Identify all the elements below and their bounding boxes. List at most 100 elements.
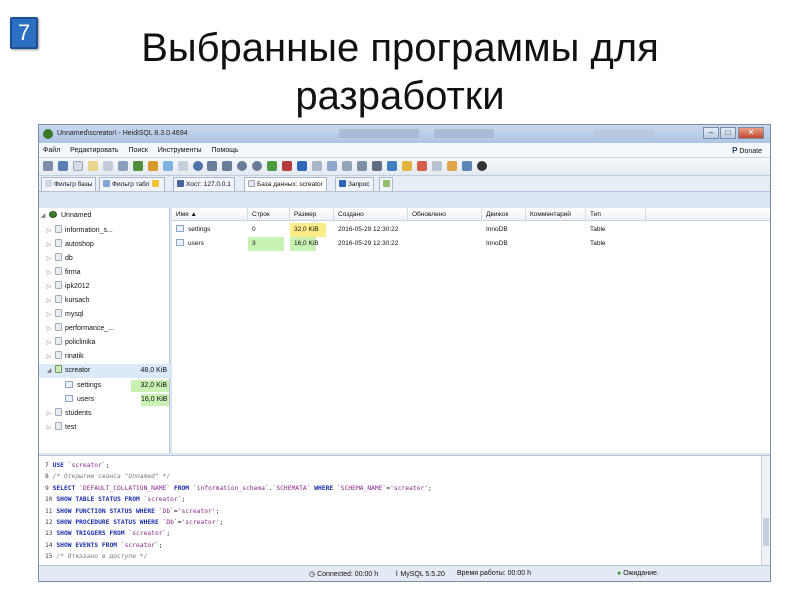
tab-database-label: База данных: screator <box>257 181 323 188</box>
tree-database-selected[interactable]: ◢ screator 48,0 KiB <box>39 364 170 378</box>
cell-rows: 0 <box>252 226 256 233</box>
tree-database-item[interactable]: ▷ rinatik <box>39 350 170 364</box>
tree-database-label: performance_... <box>65 325 115 332</box>
collapse-arrow-icon[interactable]: ▷ <box>45 308 53 322</box>
save-icon[interactable] <box>342 161 353 171</box>
tree-database-item[interactable]: ▷ db <box>39 252 170 266</box>
column-header-engine[interactable]: Движок <box>482 208 526 221</box>
cancel-icon[interactable] <box>282 161 293 171</box>
sql-line-number: 14 <box>45 541 57 549</box>
power-icon[interactable] <box>476 161 487 171</box>
tree-database-item[interactable]: ▷ policlinika <box>39 336 170 350</box>
tree-database-item[interactable]: ▷ firma <box>39 266 170 280</box>
next-record-icon[interactable] <box>222 161 233 171</box>
maximize-button[interactable]: □ <box>720 127 736 139</box>
filter-icon[interactable] <box>386 161 397 171</box>
donate-button[interactable]: P Donate <box>732 146 762 155</box>
first-record-icon[interactable] <box>192 161 203 171</box>
tree-database-item[interactable]: ▷ ipk2012 <box>39 280 170 294</box>
minimize-button[interactable]: – <box>703 127 719 139</box>
tab-host[interactable]: Хост: 127.0.0.1 <box>173 177 235 191</box>
create-object-icon[interactable] <box>147 161 158 171</box>
close-button[interactable]: ✕ <box>738 127 764 139</box>
menu-tools[interactable]: Инструменты <box>154 143 206 154</box>
column-header-updated[interactable]: Обновлено <box>408 208 482 221</box>
tab-filter-tables[interactable]: Фильтр табл <box>99 177 166 191</box>
collapse-arrow-icon[interactable]: ▷ <box>45 336 53 350</box>
sql-log-pane[interactable]: 7 USE `screator`; 8 /* Открытие сеанса "U… <box>39 455 770 566</box>
collapse-arrow-icon[interactable]: ▷ <box>45 350 53 364</box>
prev-record-icon[interactable] <box>207 161 218 171</box>
collapse-arrow-icon[interactable]: ▷ <box>45 421 53 435</box>
collapse-arrow-icon[interactable]: ▷ <box>45 224 53 238</box>
last-record-icon[interactable] <box>237 161 248 171</box>
refresh-icon[interactable] <box>132 161 143 171</box>
table-size: 16,0 KiB <box>141 394 169 406</box>
tree-table-item[interactable]: settings 32,0 KiB <box>39 379 170 393</box>
collapse-arrow-icon[interactable]: ▷ <box>45 252 53 266</box>
collapse-arrow-icon[interactable]: ▷ <box>45 266 53 280</box>
tab-database[interactable]: База данных: screator <box>244 177 327 191</box>
tree-table-item[interactable]: users 16,0 KiB <box>39 393 170 407</box>
column-header-rows[interactable]: Строк <box>248 208 290 221</box>
tree-database-item[interactable]: ▷ kursach <box>39 294 170 308</box>
expand-arrow-icon[interactable]: ◢ <box>39 209 47 223</box>
sql-log-scrollbar[interactable] <box>761 456 770 566</box>
new-query-tab-button[interactable] <box>379 177 393 191</box>
execute-dropdown-icon[interactable] <box>312 161 323 171</box>
sql-token: `Db` <box>162 519 178 526</box>
load-sql-icon[interactable] <box>371 161 382 171</box>
sql-token: ; <box>219 519 224 526</box>
session-manager-icon[interactable] <box>43 161 53 171</box>
menu-help[interactable]: Помощь <box>207 143 242 154</box>
history-icon[interactable] <box>431 161 442 171</box>
export-icon[interactable] <box>177 161 188 171</box>
paste-icon[interactable] <box>87 161 98 171</box>
print-icon[interactable] <box>102 161 113 171</box>
collapse-arrow-icon[interactable]: ▷ <box>45 294 53 308</box>
table-row[interactable]: settings 0 32,0 KiB 2016-05-29 12:30:22 … <box>172 223 770 237</box>
column-header-created[interactable]: Создано <box>334 208 408 221</box>
collapse-arrow-icon[interactable]: ▷ <box>45 238 53 252</box>
server-icon: ⌇ <box>395 571 399 578</box>
scrollbar-thumb[interactable] <box>763 518 769 546</box>
tab-query[interactable]: Запрос <box>335 177 374 191</box>
tree-database-item[interactable]: ▷ information_s... <box>39 224 170 238</box>
collapse-arrow-icon[interactable]: ▷ <box>45 322 53 336</box>
menu-search[interactable]: Поиск <box>124 143 151 154</box>
column-header-type[interactable]: Тип <box>586 208 646 221</box>
column-header-name[interactable]: Имя ▲ <box>172 208 248 221</box>
snippets-icon[interactable] <box>416 161 427 171</box>
info-icon[interactable] <box>461 161 472 171</box>
tree-database-item[interactable]: ▷ students <box>39 407 170 421</box>
column-header-comment[interactable]: Комментарий <box>526 208 586 221</box>
bookmarks-icon[interactable] <box>446 161 457 171</box>
format-sql-icon[interactable] <box>401 161 412 171</box>
tree-database-item[interactable]: ▷ mysql <box>39 308 170 322</box>
post-icon[interactable] <box>267 161 278 171</box>
collapse-arrow-icon[interactable]: ▷ <box>45 407 53 421</box>
expand-arrow-icon[interactable]: ◢ <box>45 364 53 378</box>
sql-log-line: 7 USE `screator`; <box>45 460 109 471</box>
column-header-size[interactable]: Размер <box>290 208 334 221</box>
collapse-arrow-icon[interactable]: ▷ <box>45 280 53 294</box>
cell-size: 32,0 KiB <box>290 223 326 237</box>
stop-icon[interactable] <box>252 161 263 171</box>
table-row[interactable]: users 3 16,0 KiB 2016-05-29 12:30:22 Inn… <box>172 237 770 251</box>
new-connection-icon[interactable] <box>57 161 68 171</box>
sql-token: 'screator' <box>390 484 429 492</box>
tree-database-item[interactable]: ▷ test <box>39 421 170 435</box>
tab-filter-databases[interactable]: Фильтр базы <box>41 177 97 191</box>
window-title: Unnamed\screator\ - HeidiSQL 8.3.0.4694 <box>57 130 188 137</box>
execute-query-icon[interactable] <box>297 161 308 171</box>
tree-root[interactable]: ◢ Unnamed <box>39 209 170 223</box>
user-manager-icon[interactable] <box>162 161 173 171</box>
save-as-icon[interactable] <box>357 161 368 171</box>
tree-database-item[interactable]: ▷ performance_... <box>39 322 170 336</box>
tree-database-item[interactable]: ▷ autoshop <box>39 238 170 252</box>
print-preview-icon[interactable] <box>117 161 128 171</box>
copy-icon[interactable] <box>72 161 83 171</box>
menu-file[interactable]: Файл <box>39 143 64 154</box>
menu-edit[interactable]: Редактировать <box>66 143 122 154</box>
search-icon[interactable] <box>327 161 338 171</box>
